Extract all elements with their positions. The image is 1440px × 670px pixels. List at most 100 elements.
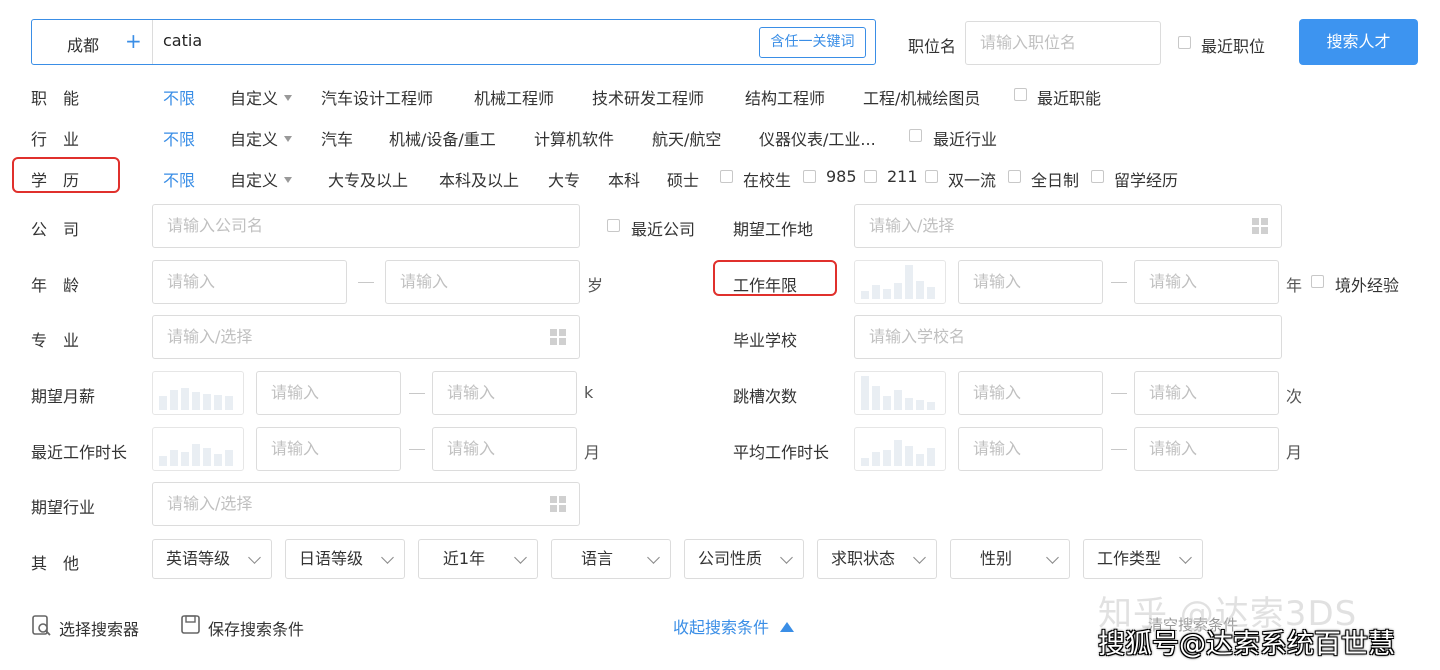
industry-custom-label: 自定义: [230, 130, 279, 149]
industry-option[interactable]: 计算机软件: [534, 126, 614, 150]
english-level-select[interactable]: 英语等级: [152, 539, 272, 579]
caret-down-icon: [284, 135, 293, 142]
caret-down-icon: [284, 94, 293, 101]
salary-histogram: [152, 371, 244, 415]
company-input[interactable]: 请输入公司名: [152, 204, 580, 248]
expect-location-label: 期望工作地: [733, 220, 814, 239]
select-label: 语言: [580, 549, 613, 568]
expect-industry-input[interactable]: 请输入/选择: [152, 482, 580, 526]
avg-duration-min-input[interactable]: 请输入: [958, 427, 1103, 471]
function-option[interactable]: 机械工程师: [474, 85, 554, 109]
salary-min-input[interactable]: 请输入: [256, 371, 401, 415]
education-option[interactable]: 硕士: [667, 167, 699, 191]
recent-company-checkbox[interactable]: [607, 219, 620, 232]
language-select[interactable]: 语言: [551, 539, 671, 579]
job-hop-min-input[interactable]: 请输入: [958, 371, 1103, 415]
expect-location-input[interactable]: 请输入/选择: [854, 204, 1282, 248]
recent-position-label: 最近职位: [1201, 37, 1266, 56]
industry-option[interactable]: 仪器仪表/工业...: [759, 126, 876, 150]
collapse-conditions-button[interactable]: 收起搜索条件: [673, 614, 795, 638]
industry-option[interactable]: 机械/设备/重工: [389, 126, 496, 150]
recent-industry-checkbox[interactable]: [909, 129, 922, 142]
education-custom-label: 自定义: [230, 171, 279, 190]
other-label: 其 他: [31, 554, 80, 573]
city-label: 成都: [67, 36, 100, 55]
985-checkbox[interactable]: [803, 170, 816, 183]
job-hop-max-input[interactable]: 请输入: [1134, 371, 1279, 415]
education-option[interactable]: 本科: [608, 167, 640, 191]
education-option[interactable]: 大专及以上: [328, 167, 408, 191]
industry-unlimited[interactable]: 不限: [163, 126, 195, 150]
select-label: 公司性质: [697, 549, 762, 568]
work-years-min-input[interactable]: 请输入: [958, 260, 1103, 304]
work-years-histogram: [854, 260, 946, 304]
function-custom[interactable]: 自定义: [230, 85, 293, 109]
function-option[interactable]: 结构工程师: [745, 85, 825, 109]
company-label: 公 司: [31, 220, 80, 239]
expect-industry-label: 期望行业: [31, 498, 96, 517]
job-status-select[interactable]: 求职状态: [817, 539, 937, 579]
in-school-checkbox[interactable]: [720, 170, 733, 183]
range-dash: [409, 393, 425, 394]
company-type-select[interactable]: 公司性质: [684, 539, 804, 579]
range-dash: [1111, 449, 1127, 450]
education-option[interactable]: 大专: [548, 167, 580, 191]
work-years-max-input[interactable]: 请输入: [1134, 260, 1279, 304]
save-conditions-label: 保存搜索条件: [208, 620, 305, 639]
gender-select[interactable]: 性别: [950, 539, 1070, 579]
function-unlimited[interactable]: 不限: [163, 85, 195, 109]
city-selector[interactable]: 成都 +: [32, 20, 153, 64]
search-doc-icon: [32, 615, 51, 636]
expect-salary-label: 期望月薪: [31, 387, 96, 406]
recent-position-checkbox[interactable]: [1178, 36, 1191, 49]
job-hop-unit: 次: [1286, 387, 1303, 406]
education-custom[interactable]: 自定义: [230, 167, 293, 191]
full-time-checkbox[interactable]: [1008, 170, 1021, 183]
save-icon: [181, 615, 200, 634]
grid-select-icon[interactable]: [1252, 218, 1269, 235]
major-placeholder: 请输入/选择: [167, 327, 253, 346]
211-label: 211: [887, 167, 918, 186]
japanese-level-select[interactable]: 日语等级: [285, 539, 405, 579]
overseas-experience-checkbox[interactable]: [1311, 275, 1324, 288]
function-option[interactable]: 技术研发工程师: [592, 85, 704, 109]
industry-custom[interactable]: 自定义: [230, 126, 293, 150]
keyword-search-box: 成都 + catia 含任一关键词: [31, 19, 876, 65]
major-input[interactable]: 请输入/选择: [152, 315, 580, 359]
add-city-icon[interactable]: +: [125, 29, 142, 53]
in-school-label: 在校生: [743, 171, 792, 190]
age-max-input[interactable]: 请输入: [385, 260, 580, 304]
grid-select-icon[interactable]: [550, 496, 567, 513]
job-hop-histogram: [854, 371, 946, 415]
range-dash: [409, 449, 425, 450]
industry-option[interactable]: 汽车: [321, 126, 353, 150]
time-range-select[interactable]: 近1年: [418, 539, 538, 579]
any-keyword-toggle[interactable]: 含任一关键词: [759, 27, 866, 58]
chevron-down-icon: [248, 551, 261, 564]
search-talent-button[interactable]: 搜索人才: [1299, 19, 1418, 65]
work-type-select[interactable]: 工作类型: [1083, 539, 1203, 579]
keyword-input[interactable]: catia: [163, 31, 202, 50]
work-years-label: 工作年限: [733, 276, 798, 295]
recent-duration-min-input[interactable]: 请输入: [256, 427, 401, 471]
grid-select-icon[interactable]: [550, 329, 567, 346]
industry-option[interactable]: 航天/航空: [652, 126, 721, 150]
school-input[interactable]: 请输入学校名: [854, 315, 1282, 359]
study-abroad-checkbox[interactable]: [1091, 170, 1104, 183]
position-name-input[interactable]: 请输入职位名: [965, 21, 1161, 65]
211-checkbox[interactable]: [864, 170, 877, 183]
chevron-down-icon: [647, 551, 660, 564]
avg-duration-label: 平均工作时长: [733, 443, 830, 462]
function-option[interactable]: 工程/机械绘图员: [863, 85, 980, 109]
function-label: 职 能: [31, 89, 80, 108]
education-option[interactable]: 本科及以上: [439, 167, 519, 191]
education-unlimited[interactable]: 不限: [163, 167, 195, 191]
function-option[interactable]: 汽车设计工程师: [321, 85, 433, 109]
age-min-input[interactable]: 请输入: [152, 260, 347, 304]
recent-function-checkbox[interactable]: [1014, 88, 1027, 101]
major-label: 专 业: [31, 331, 80, 350]
salary-max-input[interactable]: 请输入: [432, 371, 577, 415]
double-first-class-checkbox[interactable]: [925, 170, 938, 183]
avg-duration-max-input[interactable]: 请输入: [1134, 427, 1279, 471]
recent-duration-max-input[interactable]: 请输入: [432, 427, 577, 471]
